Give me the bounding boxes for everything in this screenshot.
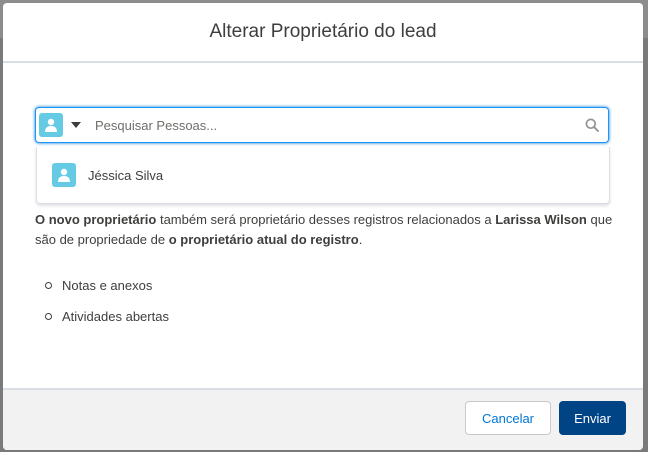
modal-body: Jéssica Silva O novo proprietário também… [3,63,643,388]
user-icon [39,113,63,137]
modal-header: Alterar Proprietário do lead [3,3,643,63]
current-owner-text: o proprietário atual do registro [168,232,359,247]
lead-name-text: Larissa Wilson [495,212,587,227]
cancel-button[interactable]: Cancelar [465,401,551,435]
bullet-icon [45,281,52,289]
search-icon [576,118,608,132]
list-item-label: Notas e anexos [62,277,153,293]
related-records-description: O novo proprietário também será propriet… [35,210,615,250]
lookup-result-item[interactable]: Jéssica Silva [37,147,609,203]
caret-down-icon [71,116,81,134]
modal-title: Alterar Proprietário do lead [209,21,437,42]
desc-text-3: . [358,232,363,247]
related-records-list: Notas e anexos Atividades abertas [35,275,169,337]
change-owner-modal: Alterar Proprietário do lead Pesquisar P… [3,3,643,450]
send-button[interactable]: Enviar [559,401,626,435]
entity-type-picker[interactable] [39,108,81,142]
list-item: Notas e anexos [35,275,169,295]
bullet-icon [45,312,52,320]
list-item-label: Atividades abertas [62,308,169,324]
search-people-input[interactable] [95,112,576,138]
lookup-results-dropdown: Jéssica Silva [36,147,610,204]
user-icon [52,163,76,187]
modal-footer: Cancelar Enviar [3,388,643,450]
new-owner-text: O novo proprietário [35,212,157,227]
lookup-result-label: Jéssica Silva [88,167,164,183]
list-item: Atividades abertas [35,306,169,326]
owner-lookup [35,107,609,143]
desc-text-1: também será proprietário desses registro… [156,212,496,227]
